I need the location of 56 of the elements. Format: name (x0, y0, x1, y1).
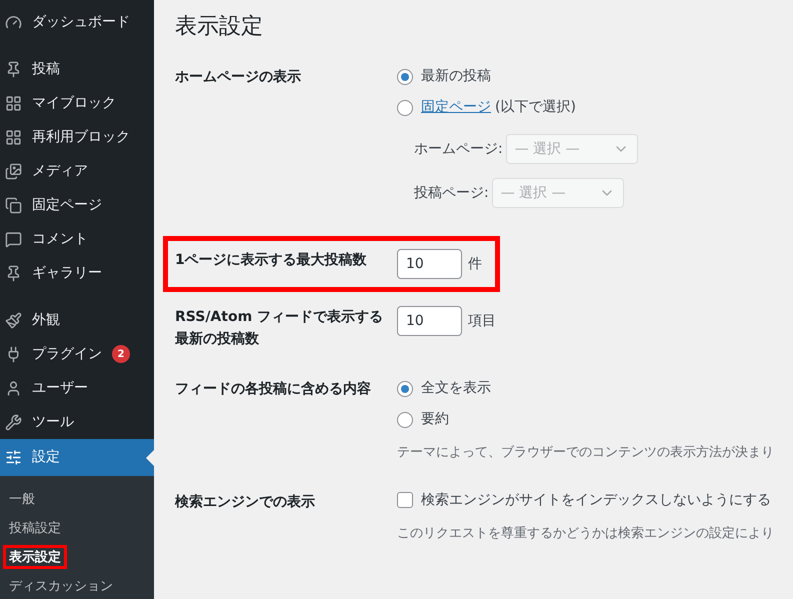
submenu-item[interactable]: 投稿設定 (3, 516, 67, 540)
description-text: テーマによって、ブラウザーでのコンテンツの表示方法が決まり (397, 444, 774, 462)
radio-button[interactable] (397, 100, 413, 116)
number-field[interactable]: 10 (397, 249, 462, 279)
wrench-icon (5, 414, 22, 430)
option-label: (以下で選択) (495, 99, 576, 115)
current-pointer-icon (146, 450, 154, 466)
setting-label: フィードの各投稿に含める内容 (175, 380, 372, 399)
option-label: 全文を表示 (421, 380, 491, 396)
menu-item[interactable]: ギャラリー (0, 256, 154, 290)
checkbox[interactable] (397, 492, 413, 508)
submenu-item[interactable]: 表示設定 (3, 545, 67, 569)
option-label: 要約 (421, 411, 449, 427)
menu-item[interactable]: プラグイン 2 (0, 337, 154, 371)
user-icon (5, 380, 22, 396)
menu-item[interactable]: ダッシュボード (0, 5, 154, 39)
submenu-item[interactable]: 一般 (3, 487, 41, 511)
description-text: このリクエストを尊重するかどうかは検索エンジンの設定により (397, 524, 774, 542)
unit-label: 項目 (468, 312, 496, 330)
page-link[interactable]: 固定ページ (421, 99, 491, 115)
number-field[interactable]: 10 (397, 306, 462, 336)
grid-icon (5, 94, 22, 112)
setting-label: ホームページの表示 (175, 68, 302, 87)
setting-label: RSS/Atom フィードで表示する最新の投稿数 (175, 308, 384, 349)
page-title: 表示設定 (175, 13, 264, 41)
sliders-icon (5, 449, 22, 466)
select-label: 投稿ページ: (414, 184, 489, 202)
unit-label: 件 (468, 254, 482, 274)
checkbox-label: 検索エンジンがサイトをインデックスしないようにする (421, 490, 771, 510)
menu-item[interactable]: マイブロック (0, 86, 154, 120)
menu-item[interactable]: メディア (0, 154, 154, 188)
grid-icon (5, 128, 22, 146)
setting-label: 1ページに表示する最大投稿数 (175, 251, 368, 270)
radio-button[interactable] (397, 380, 413, 396)
count-badge: 2 (112, 345, 130, 363)
media-icon (5, 162, 22, 180)
paintbrush-icon (5, 312, 22, 328)
radio-button[interactable] (397, 68, 413, 84)
setting-label: 検索エンジンでの表示 (175, 492, 316, 512)
menu-item[interactable]: 再利用ブロック (0, 120, 154, 154)
comment-icon (5, 230, 22, 248)
menu-item[interactable]: ツール (0, 405, 154, 439)
menu-item[interactable]: 設定 (0, 439, 154, 476)
menu-item[interactable]: 固定ページ (0, 188, 154, 222)
menu-item[interactable]: 外観 (0, 303, 154, 337)
pin-icon (5, 60, 22, 78)
menu-item[interactable]: 投稿 (0, 52, 154, 86)
dashboard-icon (5, 14, 22, 30)
submenu-item[interactable]: ディスカッション (3, 574, 119, 598)
pages-icon (5, 196, 22, 214)
menu-item[interactable]: ユーザー (0, 371, 154, 405)
menu-item[interactable]: コメント (0, 222, 154, 256)
option-label: 最新の投稿 (421, 68, 491, 84)
radio-button[interactable] (397, 412, 413, 428)
pin-icon (5, 264, 22, 282)
select-label: ホームページ: (414, 140, 503, 158)
